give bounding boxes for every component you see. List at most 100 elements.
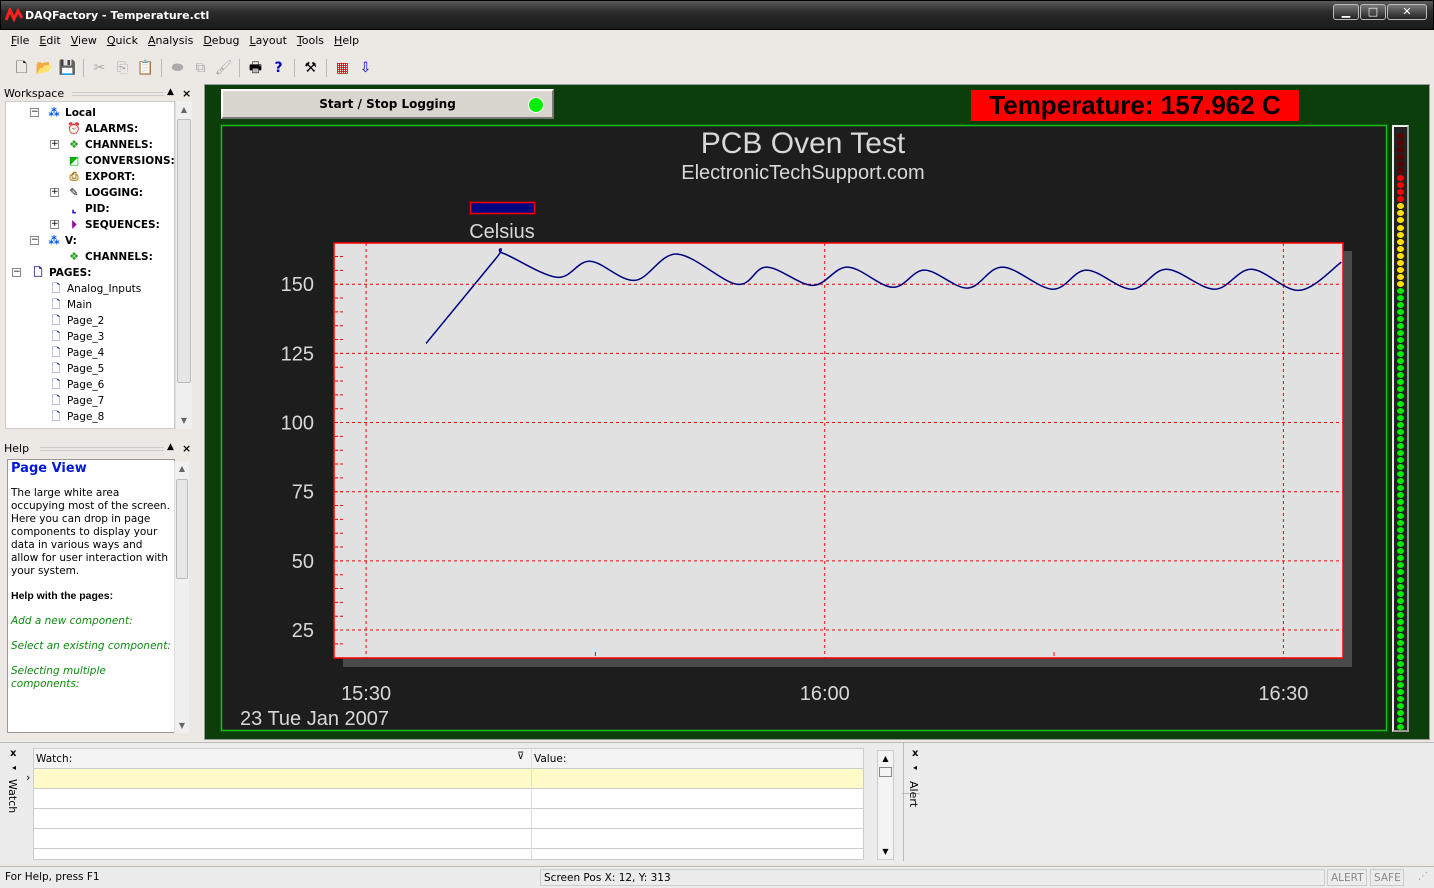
- level-led: [1397, 246, 1404, 252]
- menu-analysis[interactable]: Analysis: [143, 32, 198, 52]
- close-icon[interactable]: ×: [182, 442, 191, 455]
- level-led: [1397, 422, 1404, 428]
- expand-node-icon[interactable]: +: [50, 140, 59, 149]
- tree-item[interactable]: 🗋Page_3: [48, 329, 104, 345]
- brush-icon[interactable]: 🖌: [212, 57, 235, 79]
- tree-item[interactable]: 🗋Page_2: [48, 313, 104, 329]
- save-icon[interactable]: 💾: [56, 57, 79, 79]
- minimize-button[interactable]: ▁: [1333, 4, 1359, 20]
- new-file-icon[interactable]: 🗋: [10, 57, 33, 79]
- watch-row[interactable]: [34, 789, 863, 809]
- watch-table[interactable]: Watch: ⊽ Value: ›: [33, 748, 864, 860]
- duplicate-icon[interactable]: ⧉: [189, 57, 212, 79]
- print-icon[interactable]: 🖶: [244, 57, 267, 79]
- tree-item[interactable]: ⁂V:: [46, 233, 77, 249]
- menu-quick[interactable]: Quick: [102, 32, 143, 52]
- watch-row[interactable]: [34, 829, 863, 849]
- level-led: [1397, 598, 1404, 604]
- cut-icon[interactable]: ✂: [88, 57, 111, 79]
- resize-grip-icon[interactable]: ⋰: [1418, 871, 1428, 882]
- chart-subtitle: ElectronicTechSupport.com: [681, 162, 924, 184]
- maximize-button[interactable]: □: [1360, 4, 1386, 20]
- scroll-down-icon[interactable]: ▼: [175, 721, 189, 730]
- watch-scrollbar[interactable]: ▲ ▼: [877, 750, 894, 860]
- collapse-node-icon[interactable]: −: [30, 236, 39, 245]
- tree-item[interactable]: ⁂Local: [46, 105, 96, 121]
- tree-item[interactable]: 🗋Page_8: [48, 409, 104, 425]
- scroll-down-icon[interactable]: ▼: [176, 416, 192, 425]
- watch-close-icon[interactable]: x: [10, 748, 16, 759]
- collapse-icon[interactable]: ▲: [167, 87, 174, 97]
- menu-edit[interactable]: Edit: [34, 32, 65, 52]
- menu-tools[interactable]: Tools: [292, 32, 329, 52]
- status-alert-indicator[interactable]: ALERT: [1327, 869, 1367, 886]
- tree-item[interactable]: ⎙EXPORT:: [66, 169, 135, 185]
- copy-icon[interactable]: ⎘: [111, 57, 134, 79]
- page-export-icon[interactable]: ⇩: [354, 57, 377, 79]
- alert-pin-icon[interactable]: ◂: [913, 763, 917, 772]
- tree-item[interactable]: 🗋Main: [48, 297, 92, 313]
- menu-layout[interactable]: Layout: [245, 32, 292, 52]
- tree-item[interactable]: 🗋Analog_Inputs: [48, 281, 141, 297]
- expand-node-icon[interactable]: +: [50, 220, 59, 229]
- tree-item[interactable]: 🗋Page_7: [48, 393, 104, 409]
- tree-item[interactable]: ❖CHANNELS:: [66, 137, 153, 153]
- panel-grip[interactable]: [72, 92, 164, 96]
- close-icon[interactable]: ×: [182, 87, 191, 100]
- scroll-thumb[interactable]: [177, 119, 191, 383]
- menu-view[interactable]: View: [66, 32, 102, 52]
- scroll-up-icon[interactable]: ▲: [878, 754, 893, 763]
- tree-item[interactable]: ◩CONVERSIONS:: [66, 153, 175, 169]
- menu-debug[interactable]: Debug: [198, 32, 244, 52]
- undo-icon[interactable]: ⬬: [166, 57, 189, 79]
- tree-item-label: Page_6: [67, 379, 104, 391]
- open-folder-icon[interactable]: 📂: [33, 57, 56, 79]
- scroll-up-icon[interactable]: ▲: [175, 464, 189, 473]
- tree-item[interactable]: ⌞PID:: [66, 201, 110, 217]
- help-link-select-component[interactable]: Select an existing component:: [11, 640, 171, 653]
- scroll-up-icon[interactable]: ▲: [176, 105, 192, 114]
- close-button[interactable]: ✕: [1387, 4, 1427, 20]
- tree-item[interactable]: ✎LOGGING:: [66, 185, 143, 201]
- collapse-icon[interactable]: ▲: [167, 442, 174, 452]
- help-icon[interactable]: ?: [267, 57, 290, 79]
- watch-column-header[interactable]: Watch:: [36, 753, 72, 765]
- tools-icon[interactable]: ⚒: [299, 57, 322, 79]
- column-divider[interactable]: [531, 749, 532, 861]
- paste-icon[interactable]: 📋: [134, 57, 157, 79]
- filter-icon[interactable]: ⊽: [517, 751, 524, 762]
- tree-item[interactable]: 🗋PAGES:: [30, 265, 91, 281]
- legend-swatch: [471, 203, 535, 214]
- collapse-node-icon[interactable]: −: [30, 108, 39, 117]
- status-safe-indicator[interactable]: SAFE: [1370, 869, 1404, 886]
- tree-item[interactable]: 🗋Page_6: [48, 377, 104, 393]
- watch-pin-icon[interactable]: ◂: [12, 763, 16, 772]
- tree-item[interactable]: 🗋Page_5: [48, 361, 104, 377]
- tree-item[interactable]: 🗋Page_4: [48, 345, 104, 361]
- help-link-select-multiple[interactable]: Selecting multiple components:: [11, 665, 171, 691]
- chart-title: PCB Oven Test: [701, 127, 906, 160]
- watch-row[interactable]: [34, 809, 863, 829]
- scroll-down-icon[interactable]: ▼: [878, 847, 893, 856]
- tree-item[interactable]: ⏰ALARMS:: [66, 121, 138, 137]
- table-import-icon[interactable]: ▦: [331, 57, 354, 79]
- tree-item[interactable]: ⏵SEQUENCES:: [66, 217, 160, 233]
- value-column-header[interactable]: Value:: [534, 753, 566, 765]
- expand-node-icon[interactable]: +: [50, 188, 59, 197]
- menu-file[interactable]: File: [6, 32, 34, 52]
- menu-help[interactable]: Help: [329, 32, 364, 52]
- alert-tab[interactable]: Alert: [907, 781, 920, 807]
- workspace-scrollbar[interactable]: ▲ ▼: [175, 101, 192, 429]
- scroll-thumb[interactable]: [879, 767, 892, 777]
- level-led: [1397, 154, 1404, 160]
- collapse-node-icon[interactable]: −: [12, 268, 21, 277]
- tree-item[interactable]: ❖CHANNELS:: [66, 249, 153, 265]
- temperature-chart[interactable]: PCB Oven Test ElectronicTechSupport.com …: [204, 85, 1430, 740]
- watch-row[interactable]: ›: [34, 769, 863, 789]
- watch-tab[interactable]: Watch: [6, 779, 19, 813]
- help-scrollbar[interactable]: ▲ ▼: [174, 461, 189, 733]
- help-link-add-component[interactable]: Add a new component:: [11, 615, 171, 628]
- panel-grip[interactable]: [40, 447, 164, 451]
- scroll-thumb[interactable]: [176, 479, 188, 579]
- alert-close-icon[interactable]: x: [912, 748, 918, 759]
